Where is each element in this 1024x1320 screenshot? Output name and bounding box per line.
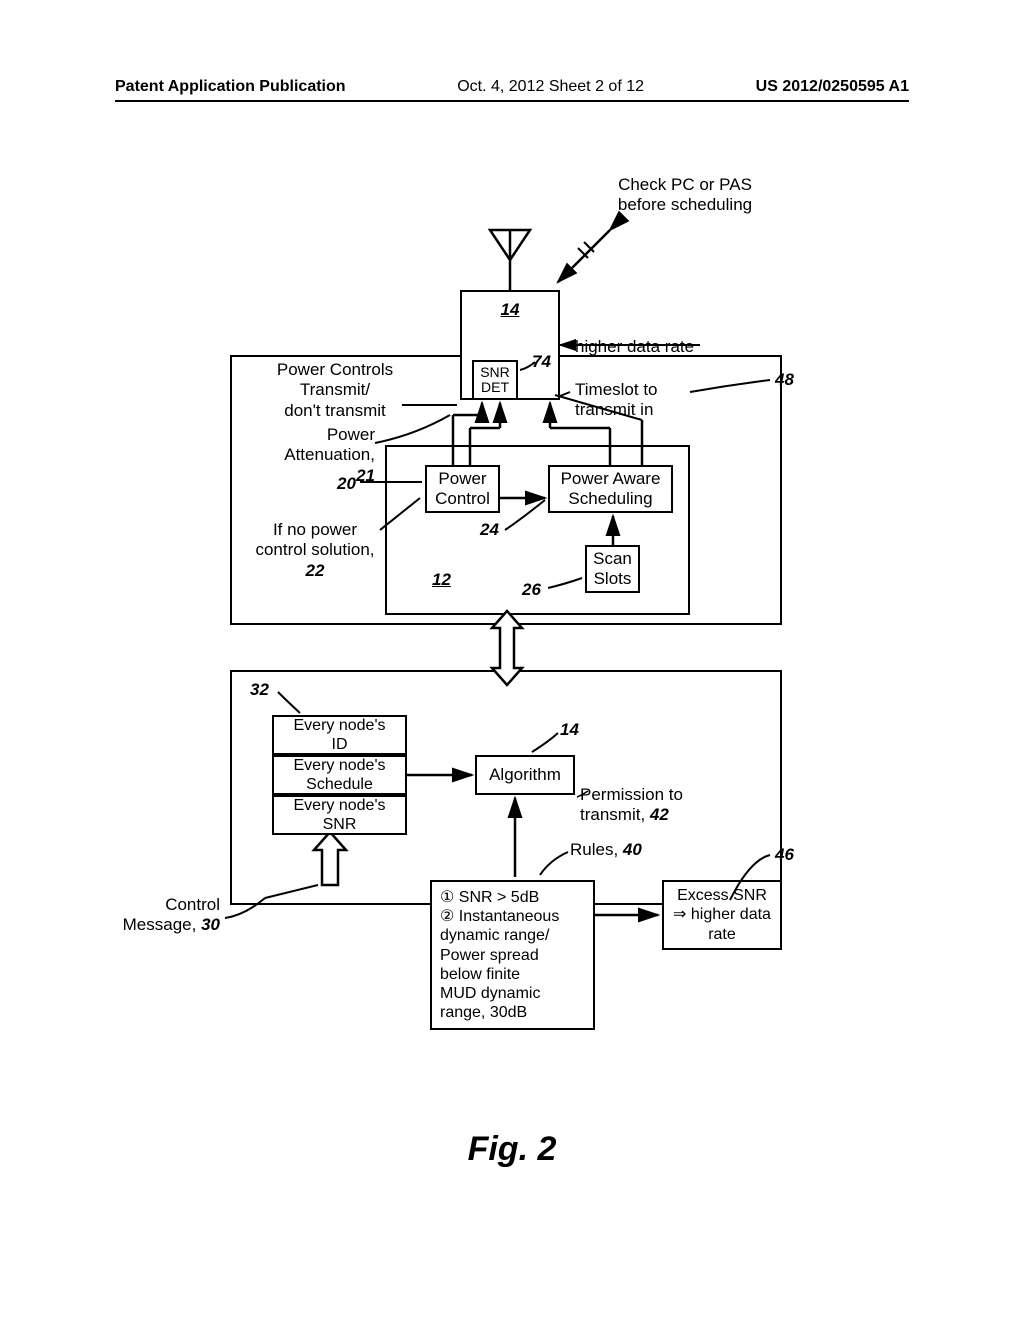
excess-snr-box: Excess SNR⇒ higher datarate <box>662 880 782 950</box>
ref-74: 74 <box>532 352 551 372</box>
power-control-box: PowerControl <box>425 465 500 513</box>
header-pub-number: US 2012/0250595 A1 <box>756 78 909 96</box>
rules-label: Rules, 40 <box>570 840 642 860</box>
snr-det-box: SNRDET <box>472 360 518 400</box>
ref-42: 42 <box>650 805 669 824</box>
ref-20: 20 <box>337 474 356 494</box>
ref-32: 32 <box>250 680 269 700</box>
check-pc-label: Check PC or PASbefore scheduling <box>595 175 775 216</box>
figure-diagram: 14 SNRDET 12 PowerControl Power AwareSch… <box>170 180 870 1130</box>
algorithm-box: Algorithm <box>475 755 575 795</box>
power-controls-label: Power ControlsTransmit/don't transmit <box>265 360 405 421</box>
power-atten-text: PowerAttenuation, <box>284 425 375 464</box>
ref-14-label: 14 <box>501 300 520 320</box>
control-message-label: ControlMessage, 30 <box>110 895 220 936</box>
rules-body-box: ① SNR > 5dB② Instantaneousdynamic range/… <box>430 880 595 1030</box>
ref-12-label: 12 <box>432 570 451 590</box>
timeslot-label: Timeslot totransmit in <box>575 380 658 421</box>
ref-21: 21 <box>356 466 375 485</box>
ref-40: 40 <box>623 840 642 859</box>
ref-26: 26 <box>522 580 541 600</box>
header-publication: Patent Application Publication <box>115 78 346 96</box>
every-node-snr-box: Every node'sSNR <box>272 795 407 835</box>
ref-22: 22 <box>306 561 325 580</box>
figure-caption: Fig. 2 <box>0 1130 1024 1169</box>
power-atten-label: PowerAttenuation, 21 <box>280 425 375 486</box>
ref-48: 48 <box>775 370 794 390</box>
header-rule <box>115 100 909 102</box>
rules-text: Rules, <box>570 840 618 859</box>
ref-24: 24 <box>480 520 499 540</box>
permission-label: Permission totransmit, 42 <box>580 785 683 826</box>
higher-data-rate-label: higher data rate <box>575 337 694 357</box>
ref-30: 30 <box>201 915 220 934</box>
scan-slots-box: ScanSlots <box>585 545 640 593</box>
if-no-power-text: If no powercontrol solution, <box>255 520 374 559</box>
ref-46: 46 <box>775 845 794 865</box>
header-date-sheet: Oct. 4, 2012 Sheet 2 of 12 <box>457 78 644 96</box>
every-node-schedule-box: Every node'sSchedule <box>272 755 407 795</box>
every-node-id-box: Every node'sID <box>272 715 407 755</box>
power-aware-scheduling-box: Power AwareScheduling <box>548 465 673 513</box>
if-no-power-label: If no powercontrol solution, 22 <box>250 520 380 581</box>
ref-14b: 14 <box>560 720 579 740</box>
